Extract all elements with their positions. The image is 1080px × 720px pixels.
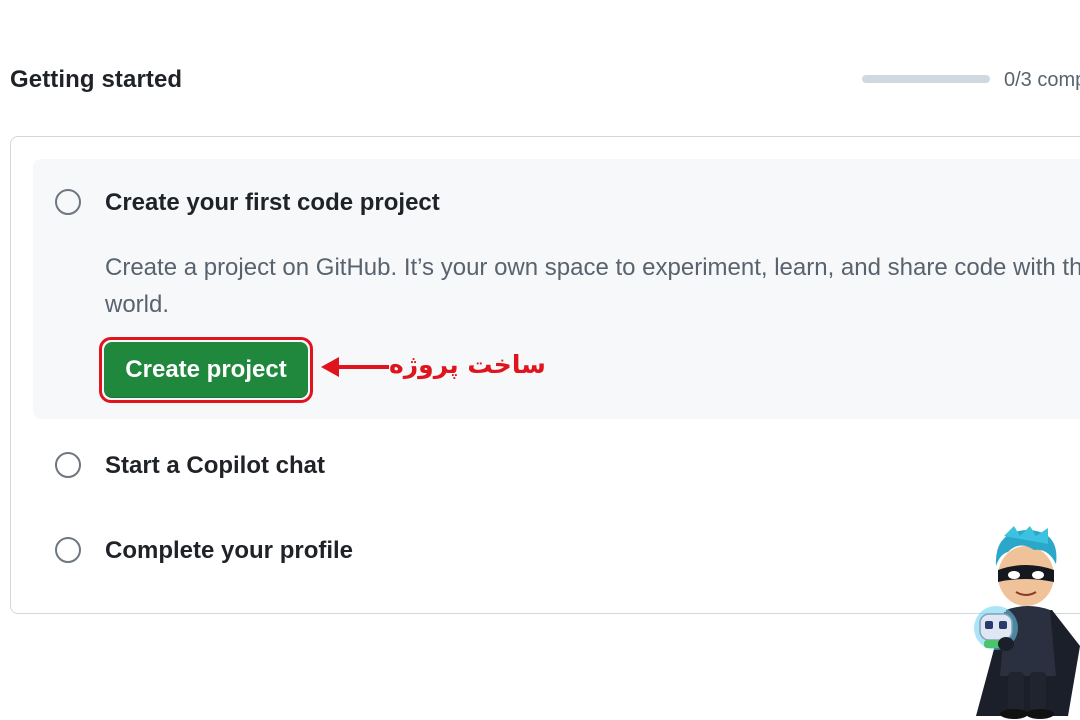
- circle-outline-icon[interactable]: [55, 189, 81, 215]
- task-item-create-project: Create your first code project Create a …: [33, 159, 1080, 419]
- tasks-card: Create your first code project Create a …: [10, 136, 1080, 614]
- task-title[interactable]: Create your first code project: [105, 189, 440, 217]
- progress-text: 0/3 completed: [1004, 69, 1080, 91]
- masked-hero-mascot-icon: [974, 526, 1080, 719]
- circle-outline-icon[interactable]: [55, 537, 81, 563]
- progress-bar: [862, 75, 990, 83]
- task-title[interactable]: Start a Copilot chat: [105, 452, 325, 480]
- circle-outline-icon[interactable]: [55, 452, 81, 478]
- page-title: Getting started: [10, 66, 183, 93]
- annotation-label: ساخت پروژه: [389, 350, 546, 379]
- task-title[interactable]: Complete your profile: [105, 537, 353, 565]
- arrow-left-icon: [321, 357, 389, 377]
- create-project-button[interactable]: Create project: [104, 342, 308, 398]
- task-description: Create a project on GitHub. It’s your ow…: [105, 254, 1080, 318]
- getting-started-page: Getting started 0/3 completed Create you…: [0, 0, 1080, 720]
